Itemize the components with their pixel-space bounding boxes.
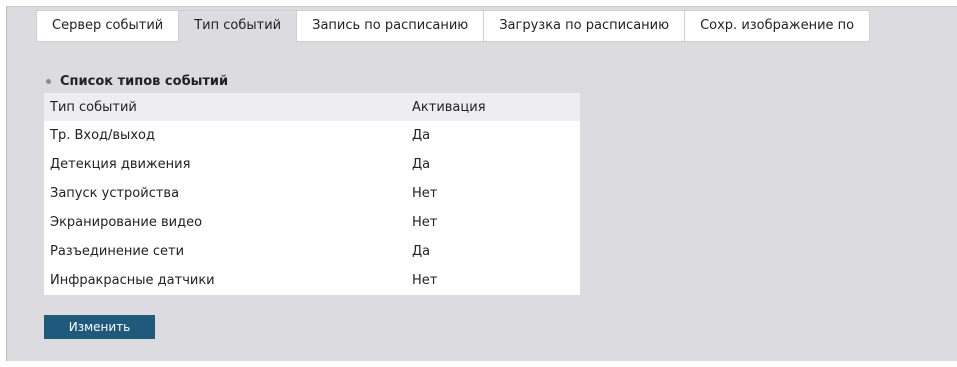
tab-scheduled-recording[interactable]: Запись по расписанию <box>296 10 484 42</box>
table-row: Экранирование видео Нет <box>44 208 580 237</box>
table-header-row: Тип событий Активация <box>44 93 580 121</box>
column-header-activation: Активация <box>412 99 486 115</box>
activation-cell: Да <box>412 128 431 143</box>
event-settings-frame: Сервер событий Тип событий Запись по рас… <box>0 0 957 367</box>
table-row: Инфракрасные датчики Нет <box>44 266 580 295</box>
activation-cell: Да <box>412 244 431 259</box>
event-type-cell: Экранирование видео <box>50 215 203 230</box>
tab-scheduled-upload[interactable]: Загрузка по расписанию <box>483 10 685 42</box>
tab-bar: Сервер событий Тип событий Запись по рас… <box>36 10 871 42</box>
bullet-icon <box>46 79 51 84</box>
table-row: Тр. Вход/выход Да <box>44 121 580 150</box>
activation-cell: Нет <box>412 273 438 288</box>
edit-button[interactable]: Изменить <box>44 315 155 339</box>
tab-save-image[interactable]: Сохр. изображение по <box>684 10 871 42</box>
tab-event-server[interactable]: Сервер событий <box>36 10 179 42</box>
activation-cell: Нет <box>412 186 438 201</box>
event-type-cell: Запуск устройства <box>50 186 180 201</box>
section-title-text: Список типов событий <box>60 74 229 89</box>
activation-cell: Нет <box>412 215 438 230</box>
tab-event-type[interactable]: Тип событий <box>178 10 297 42</box>
table-row: Запуск устройства Нет <box>44 179 580 208</box>
table-row: Разъединение сети Да <box>44 237 580 266</box>
column-header-type: Тип событий <box>50 99 137 115</box>
event-type-cell: Тр. Вход/выход <box>50 128 155 143</box>
event-type-cell: Инфракрасные датчики <box>50 273 215 288</box>
table-row: Детекция движения Да <box>44 150 580 179</box>
event-type-cell: Детекция движения <box>50 157 191 172</box>
event-types-table: Тип событий Активация Тр. Вход/выход Да … <box>44 93 580 295</box>
section-title: Список типов событий <box>46 74 228 89</box>
activation-cell: Да <box>412 157 431 172</box>
event-type-cell: Разъединение сети <box>50 244 185 259</box>
